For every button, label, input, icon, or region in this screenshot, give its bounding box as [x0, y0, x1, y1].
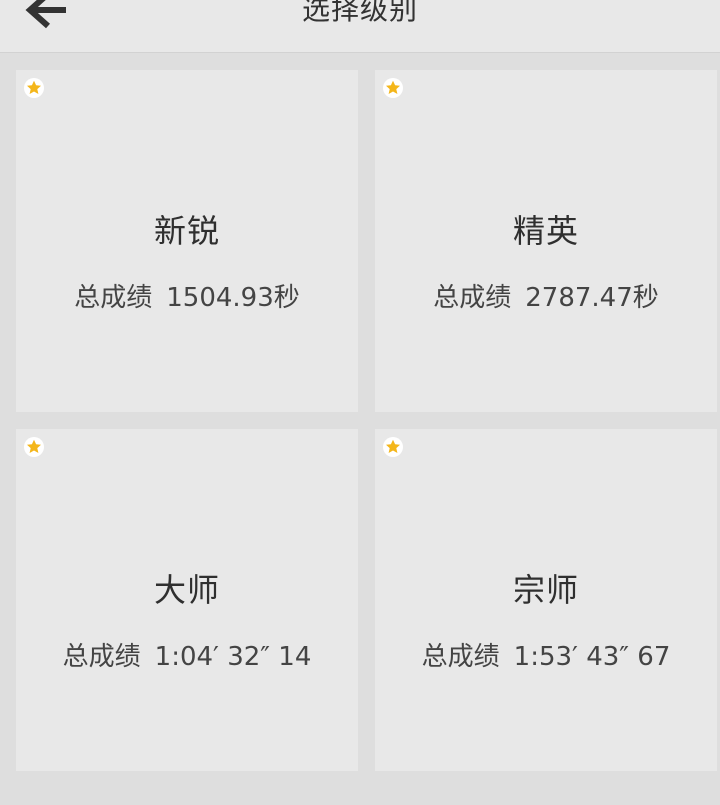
level-card-xinrui[interactable]: 新锐 总成绩 1504.93秒	[16, 70, 358, 412]
score-value: 2787.47秒	[525, 283, 659, 313]
level-card-dashi[interactable]: 大师 总成绩 1:04′ 32″ 14	[16, 429, 358, 771]
level-name: 精英	[512, 212, 579, 250]
total-score: 总成绩 1:04′ 32″ 14	[16, 636, 358, 673]
star-icon	[24, 78, 44, 98]
level-card-zongshi[interactable]: 宗师 总成绩 1:53′ 43″ 67	[375, 429, 717, 771]
score-value: 1504.93秒	[166, 283, 300, 313]
score-label: 总成绩	[62, 642, 141, 672]
score-value: 1:04′ 32″ 14	[154, 642, 312, 672]
level-name: 新锐	[153, 212, 220, 250]
star-icon	[383, 437, 403, 457]
score-value: 1:53′ 43″ 67	[513, 642, 671, 672]
page-title: 选择级别	[301, 0, 418, 26]
total-score: 总成绩 2787.47秒	[375, 277, 717, 314]
level-name: 宗师	[512, 571, 579, 609]
total-score: 总成绩 1504.93秒	[16, 277, 358, 314]
star-icon	[383, 78, 403, 98]
score-label: 总成绩	[421, 642, 500, 672]
star-icon	[24, 437, 44, 457]
level-name: 大师	[153, 571, 220, 609]
score-label: 总成绩	[74, 283, 153, 313]
total-score: 总成绩 1:53′ 43″ 67	[375, 636, 717, 673]
level-card-jingying[interactable]: 精英 总成绩 2787.47秒	[375, 70, 717, 412]
top-bar: 选择级别	[0, 0, 720, 53]
score-label: 总成绩	[433, 283, 512, 313]
